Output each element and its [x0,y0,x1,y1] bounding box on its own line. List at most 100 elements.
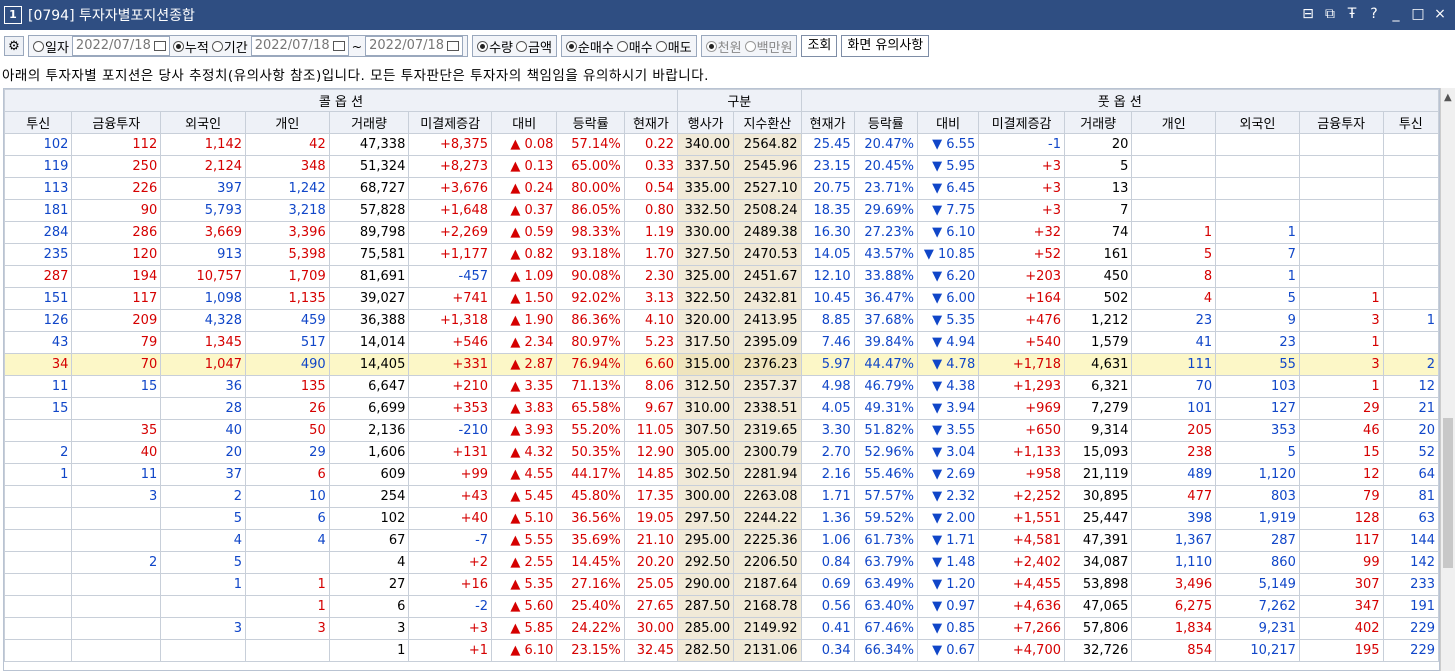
table-row[interactable]: 113 226 397 1,242 68,727 +3,676 ▲ 0.24 80.00% 0.… [4,177,1439,200]
radio-period-dot [211,40,223,52]
down-arrow-icon: ▼ [932,181,947,196]
table-row[interactable]: 284 286 3,669 3,396 89,798 +2,269 ▲ 0.59 98.33%… [4,221,1439,244]
table-cell: 6,275 [1131,595,1217,618]
radio-period[interactable]: 기간 [211,37,248,56]
calendar-icon[interactable] [332,41,345,51]
table-row[interactable]: 1 1 27 +16 ▲ 5.35 27.16% 25.05 290.00 2187.64 0.6… [4,573,1439,596]
put-options-header: 풋 옵 션 [800,89,1439,112]
table-row[interactable]: 126 209 4,328 459 36,388 +1,318 ▲ 1.90 86.36% 4.… [4,309,1439,332]
column-header[interactable]: 금융투자 [1298,111,1384,134]
minimize-icon[interactable]: _ [1389,6,1403,22]
column-header[interactable]: 외국인 [160,111,246,134]
table-cell: 2206.50 [733,551,802,574]
maximize-icon[interactable]: □ [1411,6,1425,22]
change-value: 4.55 [524,467,554,482]
column-header[interactable]: 등락률 [556,111,625,134]
table-cell: 402 [1298,617,1384,640]
change-value: 2.87 [524,357,554,372]
table-cell: 2470.53 [733,243,802,266]
query-button[interactable]: 조회 [801,35,838,57]
table-cell: 3.13 [623,287,679,310]
table-row[interactable]: 235 120 913 5,398 75,581 +1,177 ▲ 0.82 93.18% 1.… [4,243,1439,266]
table-row[interactable]: 102 112 1,142 42 47,338 +8,375 ▲ 0.08 57.14% 0.2… [4,133,1439,156]
up-arrow-icon: ▲ [510,555,525,570]
radio-qty[interactable]: 수량 [477,37,513,56]
close-icon[interactable]: × [1433,6,1447,22]
down-arrow-icon: ▼ [932,313,947,328]
column-header[interactable]: 대비 [491,111,558,134]
table-row[interactable]: 34 70 1,047 490 14,405 +331 ▲ 2.87 76.94% 6.60 31… [4,353,1439,376]
restore-icon[interactable]: ⊟ [1301,6,1315,22]
table-cell: ▼ 0.97 [916,595,980,618]
date-from-input[interactable]: 2022/07/18 [250,36,349,56]
column-header[interactable]: 개인 [1131,111,1217,134]
table-row[interactable]: 1 11 37 6 609 +99 ▲ 4.55 44.17% 14.85 302.50 2281.… [4,463,1439,486]
table-row[interactable]: 11 15 36 135 6,647 +210 ▲ 3.35 71.13% 8.06 312.50… [4,375,1439,398]
table-cell: 348 [244,155,330,178]
radio-cumulative[interactable]: 누적 [172,37,209,56]
help-icon[interactable]: ? [1367,6,1381,22]
position-grid[interactable]: 콜 옵 션 구분 풋 옵 션 투신 금융투자 외국인 개인 거래량 미결제증감 대비 등락률 현… [3,88,1440,671]
table-cell: 10 [244,485,330,508]
table-row[interactable]: 3 2 10 254 +43 ▲ 5.45 45.80% 17.35 300.00 2263.08… [4,485,1439,508]
scroll-up-icon[interactable]: ▲ [1444,92,1452,103]
column-header[interactable]: 등락률 [853,111,918,134]
table-cell: 29.69% [853,199,918,222]
table-row[interactable]: 15 28 26 6,699 +353 ▲ 3.83 65.58% 9.67 310.00 233… [4,397,1439,420]
scrollbar-thumb[interactable] [1443,418,1453,568]
table-cell: 205 [1131,419,1217,442]
table-row[interactable]: 119 250 2,124 348 51,324 +8,273 ▲ 0.13 65.00% 0.… [4,155,1439,178]
table-row[interactable]: 1 +1 ▲ 6.10 23.15% 32.45 282.50 2131.06 0.34 66.… [4,639,1439,662]
column-header[interactable]: 대비 [916,111,980,134]
pin-icon[interactable]: Ŧ [1345,6,1359,22]
column-header[interactable]: 미결제증감 [408,111,493,134]
change-value: 2.32 [946,489,976,504]
radio-sell[interactable]: 매도 [655,37,692,56]
table-cell: 2432.81 [733,287,802,310]
column-header[interactable]: 지수환산 [733,111,802,134]
change-value: 1.71 [946,533,976,548]
calendar-icon[interactable] [153,41,166,51]
column-header[interactable]: 금융투자 [71,111,162,134]
vertical-scrollbar[interactable]: ▲ [1440,88,1455,671]
radio-buy[interactable]: 매수 [616,37,653,56]
column-header[interactable]: 거래량 [328,111,410,134]
column-header[interactable]: 행사가 [676,111,735,134]
table-cell: +741 [408,287,493,310]
notice-button[interactable]: 화면 유의사항 [841,35,930,57]
date-input[interactable]: 2022/07/18 [71,36,170,56]
column-header[interactable]: 거래량 [1063,111,1133,134]
table-cell: 2263.08 [733,485,802,508]
table-row[interactable]: 2 5 4 +2 ▲ 2.55 14.45% 20.20 292.50 2206.50 0.84 6… [4,551,1439,574]
table-row[interactable]: 287 194 10,757 1,709 81,691 -457 ▲ 1.09 90.08% 2… [4,265,1439,288]
radio-amount[interactable]: 금액 [515,37,552,56]
table-cell: 99 [1298,551,1384,574]
column-header[interactable]: 투신 [4,111,73,134]
radio-thousand-label: 천원 [717,40,742,56]
radio-daily[interactable]: 일자 [33,37,69,56]
table-row[interactable]: 151 117 1,098 1,135 39,027 +741 ▲ 1.50 92.02% 3.… [4,287,1439,310]
table-row[interactable]: 43 79 1,345 517 14,014 +546 ▲ 2.34 80.97% 5.23 31… [4,331,1439,354]
calendar-icon[interactable] [447,41,460,51]
table-row[interactable]: 3 3 3 +3 ▲ 5.85 24.22% 30.00 285.00 2149.92 0.41 6… [4,617,1439,640]
table-row[interactable]: 2 40 20 29 1,606 +131 ▲ 4.32 50.35% 12.90 305.00 2… [4,441,1439,464]
column-header[interactable]: 투신 [1382,111,1439,134]
table-row[interactable]: 5 6 102 +40 ▲ 5.10 36.56% 19.05 297.50 2244.22 1.… [4,507,1439,530]
column-header[interactable]: 개인 [244,111,330,134]
radio-million[interactable]: 백만원 [744,37,792,56]
column-header[interactable]: 현재가 [623,111,679,134]
table-row[interactable]: 4 4 67 -7 ▲ 5.55 35.69% 21.10 295.00 2225.36 1.06… [4,529,1439,552]
radio-thousand[interactable]: 천원 [705,37,742,56]
table-cell: 312.50 [676,375,735,398]
gear-icon[interactable]: ⚙ [4,36,24,56]
table-row[interactable]: 1 6 -2 ▲ 5.60 25.40% 27.65 287.50 2168.78 0.56 63… [4,595,1439,618]
table-row[interactable]: 181 90 5,793 3,218 57,828 +1,648 ▲ 0.37 86.05% 0… [4,199,1439,222]
date-to-input[interactable]: 2022/07/18 [365,36,464,56]
radio-net[interactable]: 순매수 [565,37,614,56]
table-row[interactable]: 35 40 50 2,136 -210 ▲ 3.93 55.20% 11.05 307.50 23… [4,419,1439,442]
copy-icon[interactable]: ⧉ [1323,6,1337,22]
column-header[interactable]: 미결제증감 [978,111,1065,134]
change-value: 0.37 [524,203,554,218]
column-header[interactable]: 현재가 [800,111,855,134]
column-header[interactable]: 외국인 [1215,111,1300,134]
